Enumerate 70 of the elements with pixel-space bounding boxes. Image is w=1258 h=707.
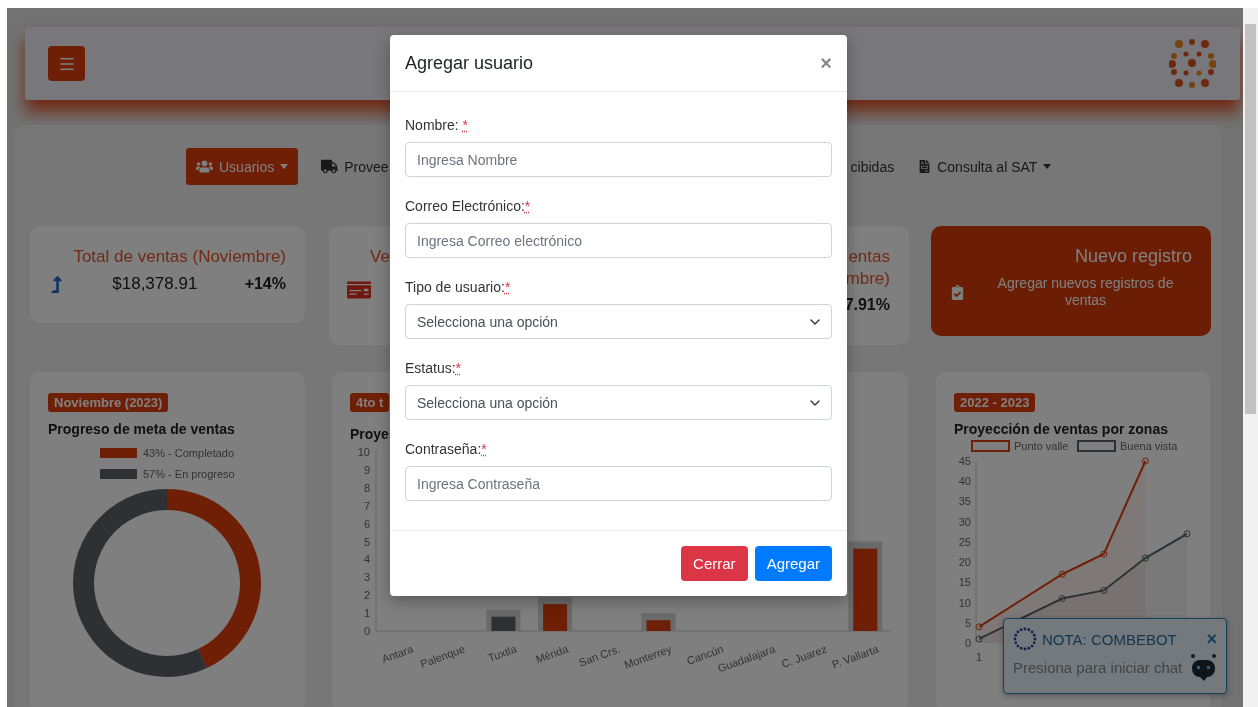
axis-tick-label: 35 — [958, 495, 971, 508]
nav-link[interactable]: Provee — [321, 148, 389, 185]
legend-label: Buena vista — [1120, 440, 1178, 452]
axis-tick-label: 6 — [363, 517, 370, 530]
chart-title: Proyección de ventas por zonas — [954, 421, 1169, 437]
field-label: Contraseña:* — [405, 440, 488, 459]
stat-title: entas — [847, 246, 890, 268]
stat-change: 7.91% — [844, 296, 890, 314]
select-field[interactable]: Selecciona una opción — [405, 304, 832, 339]
period-badge: 2022 - 2023 — [954, 393, 1036, 412]
axis-tick-label: 25 — [958, 535, 971, 548]
axis-tick-label: 5 — [964, 616, 971, 629]
add-button[interactable]: Agregar — [754, 546, 832, 581]
text-input[interactable]: Ingresa Contraseña — [405, 466, 832, 501]
stat-amount: $18,378.91 — [112, 274, 198, 294]
stat-change: +14% — [244, 275, 286, 293]
axis-tick-label: San Crs. — [577, 642, 622, 669]
axis-tick-label: 45 — [958, 455, 971, 467]
modal-title: Agregar usuario — [405, 52, 534, 74]
axis-tick-label: 1 — [363, 607, 370, 620]
field-label: Correo Electrónico:* — [405, 197, 532, 216]
field-label: Tipo de usuario:* — [405, 278, 512, 297]
axis-tick-label: 10 — [357, 446, 370, 458]
axis-tick-label: 30 — [958, 515, 971, 528]
field-label: Nombre: * — [405, 116, 470, 135]
axis-tick-label: Tuxtla — [486, 642, 519, 664]
close-button[interactable]: Cerrar — [681, 546, 748, 581]
new-record-title: Nuevo registro — [1073, 246, 1192, 267]
new-record-text: Agregar nuevos registros de ventas — [996, 275, 1175, 309]
axis-tick-label: Mérida — [534, 642, 570, 666]
nav-link[interactable]: Usuarios — [186, 148, 299, 185]
axis-tick-label: 5 — [363, 535, 370, 548]
axis-tick-label: 7 — [363, 499, 370, 512]
period-badge: Noviembre (2023) — [48, 393, 169, 412]
axis-tick-label: 8 — [363, 481, 370, 494]
stat-title: Ve — [370, 246, 391, 268]
legend-label: Punto valle — [1014, 440, 1069, 452]
close-button[interactable]: × — [820, 53, 832, 73]
nav-link[interactable]: Consulta al SAT — [918, 148, 1052, 185]
axis-tick-label: 40 — [958, 475, 971, 488]
stat-title: mbre) — [844, 268, 890, 290]
axis-tick-label: 0 — [964, 637, 971, 649]
axis-tick-label: C. Juarez — [779, 642, 829, 670]
axis-tick-label: 2 — [363, 589, 370, 602]
legend-label: 43% - Completado — [143, 447, 235, 459]
axis-tick-label: 1 — [975, 651, 983, 663]
text-input[interactable]: Ingresa Correo electrónico — [405, 223, 832, 258]
axis-tick-label: 0 — [363, 625, 370, 637]
chat-title: NOTA: COMBEBOT — [1042, 630, 1178, 648]
axis-tick-label: 10 — [958, 596, 971, 609]
axis-tick-label: 20 — [958, 556, 971, 569]
axis-tick-label: 15 — [958, 576, 971, 589]
axis-tick-label: 4 — [363, 553, 370, 566]
close-button[interactable]: × — [1206, 630, 1217, 648]
axis-tick-label: P. Vallarta — [830, 642, 880, 671]
axis-tick-label: Antara — [380, 642, 415, 665]
text-input[interactable]: Ingresa Nombre — [405, 142, 832, 177]
chart-title: Proye — [350, 426, 390, 442]
legend-label: 57% - En progreso — [143, 468, 235, 480]
select-field[interactable]: Selecciona una opción — [405, 385, 832, 420]
period-badge: 4to t — [350, 393, 390, 412]
field-label: Estatus:* — [405, 359, 463, 378]
axis-tick-label: 3 — [363, 571, 370, 584]
chart-title: Progreso de meta de ventas — [48, 421, 236, 437]
stat-title: Total de ventas (Noviembre) — [72, 246, 286, 268]
nav-link[interactable]: cibidas — [850, 148, 895, 185]
chat-popup[interactable]: NOTA: COMBEBOT × Presiona para iniciar chat — [1003, 618, 1227, 694]
new-record-card[interactable]: Nuevo registro Agregar nuevos registros de ventas — [931, 226, 1211, 336]
chat-prompt: Presiona para iniciar chat — [1013, 658, 1183, 676]
axis-tick-label: 9 — [363, 463, 370, 476]
